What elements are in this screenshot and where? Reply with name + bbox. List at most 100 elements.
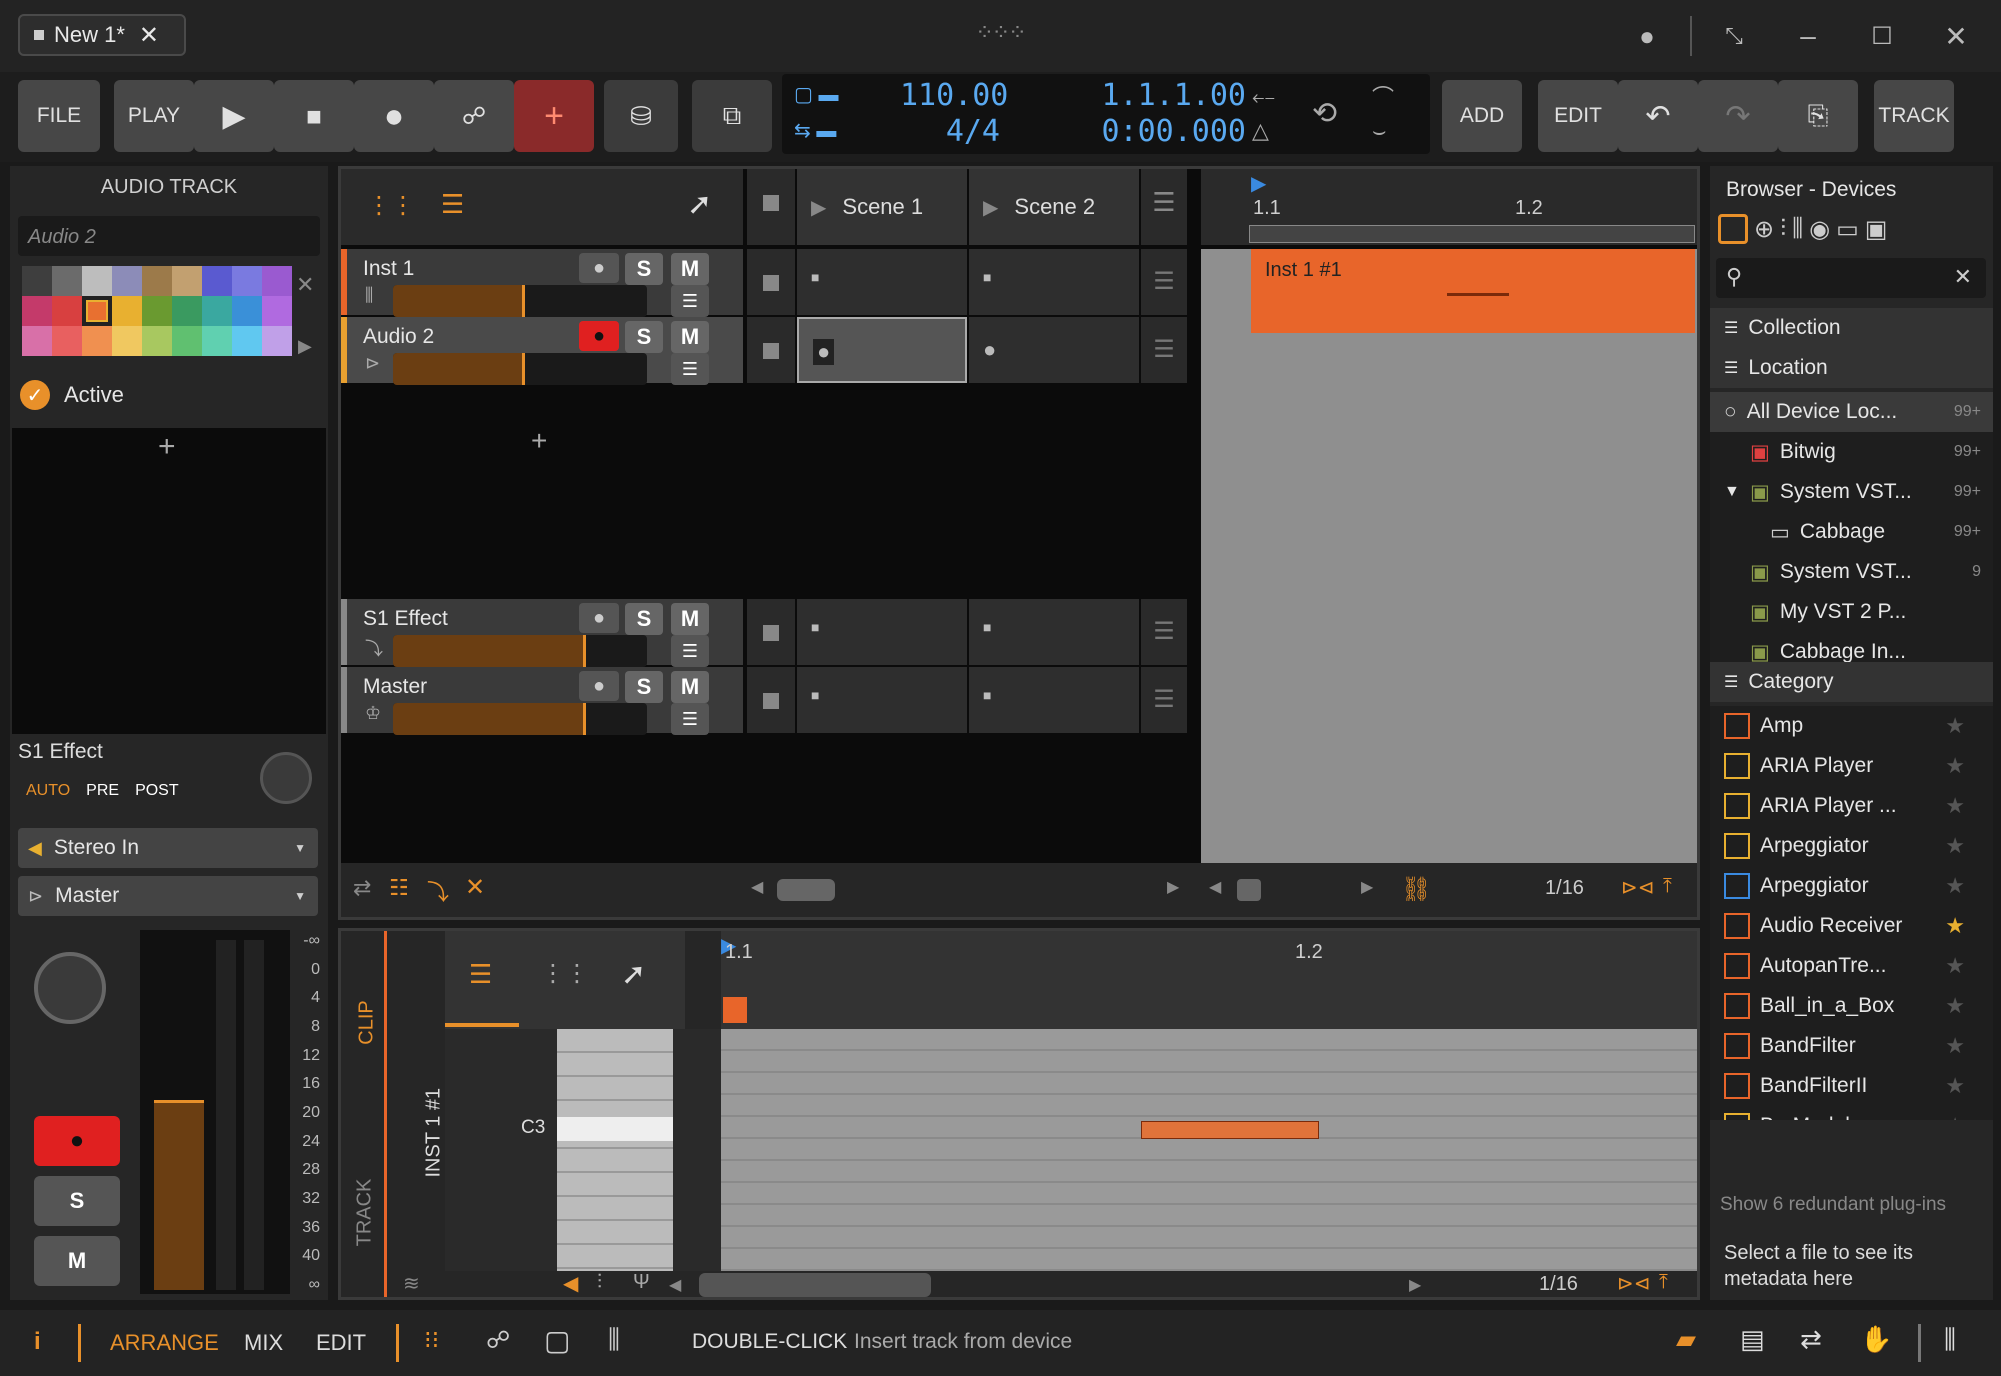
mute-button[interactable]: M [671, 321, 709, 353]
favorite-star-icon[interactable]: ★ [1945, 1073, 1965, 1099]
color-swatch[interactable] [232, 266, 262, 296]
pointer-tool-icon[interactable]: ➚ [621, 957, 646, 992]
favorite-star-icon[interactable]: ★ [1945, 953, 1965, 979]
stop-button[interactable]: ■ [274, 80, 354, 152]
browser-search-field[interactable]: ⚲ ✕ [1716, 258, 1986, 298]
presets-tab-icon[interactable]: ⊕ [1754, 215, 1774, 244]
scene-2-header[interactable]: ▶ Scene 2 [969, 169, 1139, 245]
drum-grid-icon[interactable]: ⋮⋮ [541, 959, 589, 988]
color-swatch[interactable] [52, 266, 82, 296]
midi-note[interactable] [1141, 1121, 1319, 1139]
track-menu-button[interactable]: ☰ [671, 285, 709, 317]
favorite-star-icon[interactable]: ★ [1945, 913, 1965, 939]
device-item[interactable]: BandFilterII ★ [1710, 1066, 1993, 1106]
grid-value[interactable]: 1/16 [1545, 877, 1584, 900]
color-swatch[interactable] [112, 326, 142, 356]
favorite-star-icon[interactable]: ★ [1945, 873, 1965, 899]
arranger-ruler[interactable]: ▶ 1.1 1.2 [1201, 169, 1697, 245]
location-item[interactable]: ▣ System VST... 9 [1710, 552, 1993, 592]
plugins-tab-icon[interactable]: ▣ [1865, 215, 1888, 244]
post-option[interactable]: POST [135, 782, 179, 800]
arranger-timeline[interactable] [1201, 249, 1697, 863]
track-record-button[interactable]: ● [34, 1116, 120, 1166]
loop-icon[interactable]: ⟲ [1312, 96, 1337, 131]
color-swatch[interactable] [112, 296, 142, 326]
clip-slot[interactable]: ● [969, 317, 1139, 383]
clip-slot[interactable]: ■ [969, 599, 1139, 665]
arranger-scroll-left-icon[interactable]: ◀ [1209, 877, 1221, 897]
device-item[interactable]: Arpeggiator ★ [1710, 866, 1993, 906]
editor-scroll-right-icon[interactable]: ▶ [1409, 1275, 1421, 1295]
color-swatch[interactable] [262, 266, 292, 296]
collection-section[interactable]: ☰ Collection [1710, 308, 1993, 348]
solo-button[interactable]: S [625, 671, 663, 703]
color-swatch[interactable] [22, 266, 52, 296]
collapse-icon[interactable]: ⤵ [427, 875, 449, 907]
track-header[interactable]: S1 Effect ⤵ ● S M ☰ [341, 599, 743, 667]
track-header[interactable]: Inst 1 ⫼ ● S M ☰ [341, 249, 743, 317]
location-item[interactable]: ▼ ▣ System VST... 99+ [1710, 472, 1993, 512]
note-grid[interactable] [721, 1029, 1697, 1271]
arm-button[interactable]: ● [579, 321, 619, 351]
pre-option[interactable]: PRE [86, 782, 119, 800]
device-item[interactable]: BarModel ★ [1710, 1106, 1993, 1120]
device-panel-icon[interactable]: ▢ [544, 1324, 570, 1357]
fold-icon[interactable]: Ψ [633, 1271, 650, 1294]
arm-button[interactable]: ● [579, 671, 619, 701]
arm-button[interactable]: ● [579, 253, 619, 283]
record-indicator-icon[interactable]: ● [1625, 14, 1669, 58]
position-time[interactable]: 0:00.000 [1062, 114, 1247, 149]
follow-button[interactable]: ⧉ [692, 80, 772, 152]
editor-ruler[interactable]: ▶ 1.1 1.2 [721, 931, 1697, 1029]
file-button[interactable]: FILE [18, 80, 100, 152]
track-stop-button[interactable] [747, 249, 795, 315]
location-section[interactable]: ☰ Location [1710, 348, 1993, 388]
follow-playhead-icon[interactable]: ⤒ [1663, 875, 1672, 898]
launcher-scrollbar[interactable] [777, 879, 835, 901]
mute-button[interactable]: M [671, 671, 709, 703]
swap-icon[interactable]: ⇄ [1800, 1324, 1822, 1355]
info-icon[interactable]: i [34, 1328, 41, 1356]
snap-icon[interactable]: ⛓ [1401, 875, 1431, 904]
color-swatch[interactable] [232, 326, 262, 356]
track-menu-button[interactable]: ☰ [671, 703, 709, 735]
track-volume-slider[interactable] [393, 285, 647, 317]
device-item[interactable]: Ball_in_a_Box ★ [1710, 986, 1993, 1026]
track-row-menu-icon[interactable]: ☰ [1141, 317, 1187, 383]
metronome-icon[interactable]: △ [1252, 118, 1269, 144]
clip-slot[interactable]: ■ [969, 667, 1139, 733]
pre-roll-icon[interactable]: ⤌ [1252, 84, 1275, 110]
editor-scrollbar[interactable] [699, 1273, 931, 1297]
device-item[interactable]: Arpeggiator ★ [1710, 826, 1993, 866]
track-menu-button[interactable]: ☰ [671, 353, 709, 385]
close-window-icon[interactable]: ✕ [1934, 14, 1978, 58]
device-drop-area[interactable] [12, 428, 326, 734]
color-swatch[interactable] [232, 296, 262, 326]
zoom-fit-icon[interactable]: ⊳⊲ [1621, 875, 1655, 900]
editor-grid-value[interactable]: 1/16 [1539, 1273, 1578, 1296]
mixer-panel-icon[interactable]: ⫼ [608, 1324, 620, 1356]
undo-button[interactable]: ↶ [1618, 80, 1698, 152]
play-menu-button[interactable]: PLAY [114, 80, 194, 152]
device-item[interactable]: BandFilter ★ [1710, 1026, 1993, 1066]
mute-button[interactable]: M [671, 253, 709, 285]
track-tab[interactable]: TRACK [353, 1179, 376, 1247]
color-swatch[interactable] [172, 296, 202, 326]
piano-keyboard[interactable]: C3 [445, 1029, 721, 1271]
devices-tab-icon[interactable] [1718, 214, 1748, 244]
device-item[interactable]: ARIA Player ... ★ [1710, 786, 1993, 826]
track-volume-slider[interactable] [393, 703, 647, 735]
mute-button[interactable]: M [671, 603, 709, 635]
overdub-button[interactable]: + [514, 80, 594, 152]
arm-button[interactable]: ● [579, 603, 619, 633]
clip-start-marker[interactable] [723, 997, 747, 1023]
edit-button[interactable]: EDIT [1538, 80, 1618, 152]
editor-follow-icon[interactable]: ⤒ [1659, 1271, 1668, 1294]
hand-icon[interactable]: ✋ [1860, 1324, 1892, 1355]
clip-tab[interactable]: CLIP [356, 1000, 379, 1044]
track-row-menu-icon[interactable]: ☰ [1141, 599, 1187, 665]
editor-scroll-left-icon[interactable]: ◀ [669, 1275, 681, 1295]
clear-icon[interactable]: ✕ [465, 873, 485, 902]
add-track-icon[interactable]: + [531, 425, 547, 457]
favorite-star-icon[interactable]: ★ [1945, 713, 1965, 739]
